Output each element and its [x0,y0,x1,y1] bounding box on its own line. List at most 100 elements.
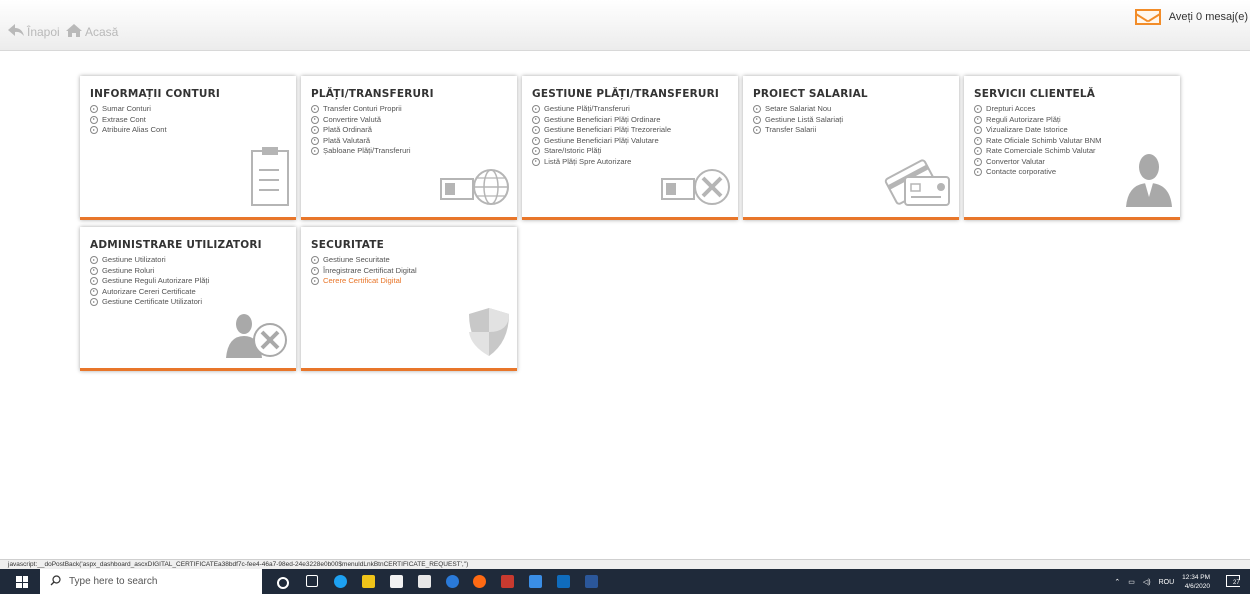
link-setare-salariat-nou[interactable]: Setare Salariat Nou [753,104,949,115]
arrow-circle-icon [532,157,540,166]
link-sumar-conturi[interactable]: Sumar Conturi [90,104,286,115]
back-button[interactable]: Înapoi [8,24,60,39]
link-drepturi-acces[interactable]: Drepturi Acces [974,104,1170,115]
link-plata-valutara[interactable]: Plată Valutară [311,136,507,147]
link-transfer-conturi-proprii[interactable]: Transfer Conturi Proprii [311,104,507,115]
link-beneficiari-valutare[interactable]: Gestiune Beneficiari Plăți Valutare [532,136,728,147]
card-title: SERVICII CLIENTELĂ [974,88,1096,100]
clock-date: 4/6/2020 [1184,583,1210,590]
money-globe-icon [439,167,511,212]
notifications-icon[interactable]: 27 [1226,575,1240,587]
messages-link[interactable]: Aveți 0 mesaj(e) [1134,9,1248,25]
arrow-circle-icon [90,105,98,114]
arrow-circle-icon [90,298,98,307]
card-plati-transferuri: PLĂȚI/TRANSFERURI Transfer Conturi Propr… [301,76,517,220]
search-icon [50,574,61,589]
task-view-icon[interactable] [306,575,318,587]
file-explorer-icon[interactable] [362,575,375,588]
link-rate-oficiale-bnm[interactable]: Rate Oficiale Schimb Valutar BNM [974,136,1170,147]
app-icon-2[interactable] [529,575,542,588]
edge-icon[interactable] [334,575,347,588]
card-title: PLĂȚI/TRANSFERURI [311,88,434,100]
arrow-circle-icon [311,115,319,124]
link-convertire-valuta[interactable]: Convertire Valută [311,115,507,126]
link-gestiune-roluri[interactable]: Gestiune Roluri [90,266,286,277]
link-beneficiari-ordinare[interactable]: Gestiune Beneficiari Plăți Ordinare [532,115,728,126]
arrow-circle-icon [753,115,761,124]
link-lista-plati-autorizare[interactable]: Listă Plăți Spre Autorizare [532,157,728,168]
notification-count: 27 [1233,580,1240,586]
clipboard-icon [250,145,290,212]
clock[interactable]: 12:34 PM 4/6/2020 [1182,573,1210,591]
arrow-circle-icon [974,136,982,145]
link-reguli-autorizare-plati[interactable]: Reguli Autorizare Plăți [974,115,1170,126]
link-gestiune-utilizatori[interactable]: Gestiune Utilizatori [90,255,286,266]
internet-explorer-icon[interactable] [446,575,459,588]
taskbar-search[interactable]: Type here to search [40,569,262,594]
card-links: Gestiune Securitate Înregistrare Certifi… [311,255,507,287]
word-icon[interactable] [585,575,598,588]
arrow-circle-icon [974,105,982,114]
back-label: Înapoi [27,24,60,39]
card-administrare-utilizatori: ADMINISTRARE UTILIZATORI Gestiune Utiliz… [80,227,296,371]
card-links: Transfer Conturi Proprii Convertire Valu… [311,104,507,157]
windows-start-icon[interactable] [16,576,28,588]
link-gestiune-reguli-autorizare[interactable]: Gestiune Reguli Autorizare Plăți [90,276,286,287]
card-title: INFORMAȚII CONTURI [90,88,220,100]
card-title: GESTIUNE PLĂȚI/TRANSFERURI [532,88,720,100]
language-indicator[interactable]: ROU [1159,579,1175,586]
arrow-circle-icon [311,126,319,135]
card-gestiune-plati: GESTIUNE PLĂȚI/TRANSFERURI Gestiune Plăț… [522,76,738,220]
link-gestiune-plati-transferuri[interactable]: Gestiune Plăți/Transferuri [532,104,728,115]
arrow-circle-icon [974,115,982,124]
arrow-circle-icon [311,147,319,156]
card-title: SECURITATE [311,239,384,251]
cortana-icon[interactable] [277,577,289,589]
firefox-icon[interactable] [473,575,486,588]
card-securitate: SECURITATE Gestiune Securitate Înregistr… [301,227,517,371]
envelope-icon [1134,9,1161,25]
link-stare-istoric-plati[interactable]: Stare/Istoric Plăți [532,146,728,157]
top-toolbar: Înapoi Acasă Aveți 0 mesaj(e) [0,0,1250,51]
link-beneficiari-trezoreriale[interactable]: Gestiune Beneficiari Plăți Trezoreriale [532,125,728,136]
link-inregistrare-certificat[interactable]: Înregistrare Certificat Digital [311,266,507,277]
arrow-circle-icon [532,136,540,145]
app-icon[interactable] [501,575,514,588]
network-icon[interactable]: ▭ [1128,578,1135,586]
card-informatii-conturi: INFORMAȚII CONTURI Sumar Conturi Extrase… [80,76,296,220]
link-extrase-cont[interactable]: Extrase Cont [90,115,286,126]
home-icon [66,24,82,40]
system-tray: ⌃ ▭ ◁) ROU 12:34 PM 4/6/2020 [1114,573,1210,591]
outlook-icon[interactable] [557,575,570,588]
link-vizualizare-date-istorice[interactable]: Vizualizare Date Istorice [974,125,1170,136]
link-autorizare-cereri-certificate[interactable]: Autorizare Cereri Certificate [90,287,286,298]
link-plata-ordinara[interactable]: Plată Ordinară [311,125,507,136]
status-url: javascript:__doPostBack('aspx_dashboard_… [8,561,469,568]
messages-label: Aveți 0 mesaj(e) [1168,11,1248,23]
arrow-circle-icon [753,105,761,114]
mail-icon[interactable] [418,575,431,588]
link-gestiune-securitate[interactable]: Gestiune Securitate [311,255,507,266]
card-links: Setare Salariat Nou Gestiune Listă Salar… [753,104,949,136]
arrow-circle-icon [532,126,540,135]
link-transfer-salarii[interactable]: Transfer Salarii [753,125,949,136]
link-gestiune-certificate-utilizatori[interactable]: Gestiune Certificate Utilizatori [90,297,286,308]
link-gestiune-lista-salariati[interactable]: Gestiune Listă Salariați [753,115,949,126]
arrow-circle-icon [90,115,98,124]
store-icon[interactable] [390,575,403,588]
arrow-circle-icon [311,105,319,114]
back-arrow-icon [8,24,24,39]
volume-icon[interactable]: ◁) [1143,578,1151,586]
link-sabloane-plati[interactable]: Șabloane Plăți/Transferuri [311,146,507,157]
arrow-circle-icon [532,147,540,156]
link-cerere-certificat[interactable]: Cerere Certificat Digital [311,276,507,287]
user-tools-icon [224,310,290,363]
home-button[interactable]: Acasă [66,24,118,40]
arrow-circle-icon [311,277,319,286]
link-atribuire-alias-cont[interactable]: Atribuire Alias Cont [90,125,286,136]
card-proiect-salarial: PROIECT SALARIAL Setare Salariat Nou Ges… [743,76,959,220]
arrow-circle-icon [90,266,98,275]
card-title: PROIECT SALARIAL [753,88,868,100]
chevron-up-icon[interactable]: ⌃ [1114,578,1120,586]
clock-time: 12:34 PM [1182,574,1210,581]
